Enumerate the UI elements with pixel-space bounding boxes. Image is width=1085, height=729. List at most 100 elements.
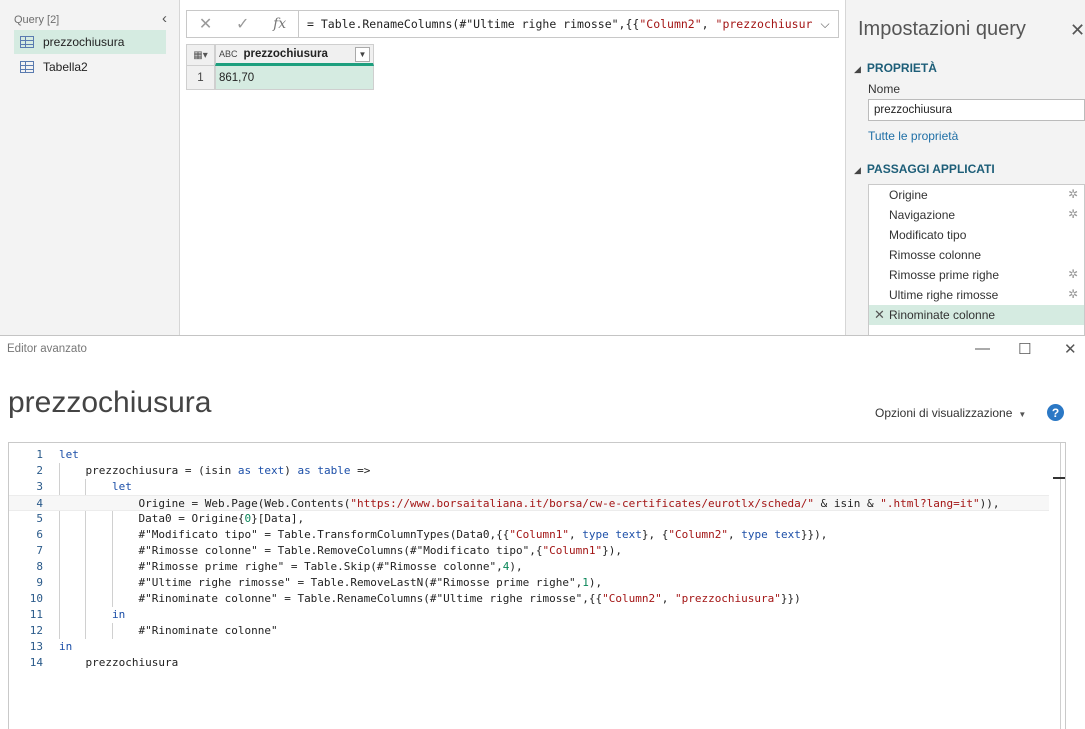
display-options-dropdown[interactable]: Opzioni di visualizzazione ▼ <box>875 406 1026 420</box>
code-line: 10 #"Rinominate colonne" = Table.RenameCo… <box>9 591 1049 607</box>
code-token: "Column1" <box>542 544 603 557</box>
code-token: prezzochiusura <box>85 656 179 669</box>
code-token: text <box>774 528 801 541</box>
maximize-icon[interactable]: ☐ <box>1018 340 1031 358</box>
line-number: 12 <box>29 624 43 637</box>
code-line: 5 Data0 = Origine{0}[Data], <box>9 511 1049 527</box>
code-token: #"Rimosse prime righe" = Table.Skip(#"Ri… <box>138 560 503 573</box>
cancel-icon[interactable]: ✕ <box>199 14 212 34</box>
fx-icon[interactable]: fx <box>273 16 286 32</box>
help-icon[interactable]: ? <box>1047 404 1064 421</box>
code-text: #"Rimosse colonne" = Table.RemoveColumns… <box>139 543 622 559</box>
all-properties-link[interactable]: Tutte le proprietà <box>868 129 958 143</box>
code-line: 7 #"Rimosse colonne" = Table.RemoveColumn… <box>9 543 1049 559</box>
code-editor[interactable]: 1 let 2 prezzochiusura = (isin as text) as … <box>8 442 1066 729</box>
formula-bar: ✕ ✓ fx = Table.RenameColumns(#"Ultime ri… <box>186 10 839 38</box>
query-item-label: Tabella2 <box>43 60 88 74</box>
code-token: }, { <box>641 528 669 541</box>
queries-pane-header: Query [2] <box>14 14 60 26</box>
step-label: Navigazione <box>889 208 956 222</box>
section-label: PROPRIETÀ <box>866 61 937 75</box>
column-header[interactable]: ABC prezzochiusura ▼ <box>215 44 374 66</box>
line-number: 14 <box>29 656 43 669</box>
applied-steps-list: Origine ✲ Navigazione ✲ Modificato tipo Ri… <box>868 184 1085 335</box>
filter-dropdown-button[interactable]: ▼ <box>355 47 370 62</box>
table-icon <box>20 61 34 73</box>
scrollbar-thumb[interactable] <box>1053 477 1065 479</box>
code-token: ".html?lang=it" <box>880 497 980 510</box>
code-token: #"Ultime righe rimosse" = Table.RemoveLa… <box>138 576 583 589</box>
step-item[interactable]: Navigazione ✲ <box>869 205 1084 225</box>
chevron-down-icon[interactable]: ⌵ <box>812 17 838 32</box>
line-number: 2 <box>36 464 43 477</box>
line-number: 7 <box>36 544 43 557</box>
step-item[interactable]: Rimosse prime righe ✲ <box>869 265 1084 285</box>
chevron-down-icon: ▼ <box>1018 410 1027 419</box>
code-token: Data0 = Origine{ <box>138 512 245 525</box>
step-item-selected[interactable]: ✕ Rinominate colonne <box>869 305 1084 325</box>
vertical-scrollbar[interactable] <box>1053 443 1065 729</box>
code-token: }), <box>602 544 622 557</box>
gear-icon[interactable]: ✲ <box>1068 187 1078 201</box>
gear-icon[interactable]: ✲ <box>1068 287 1078 301</box>
properties-section-header[interactable]: ◢ PROPRIETÀ <box>854 61 937 75</box>
code-text: let <box>59 447 79 463</box>
power-query-editor: Query [2] ‹ prezzochiusura Tabella2 ✕ ✓ … <box>0 0 1085 335</box>
code-line: 6 #"Modificato tipo" = Table.TransformCol… <box>9 527 1049 543</box>
code-token: "prezzochiusura" <box>674 592 781 605</box>
code-token: #"Rimosse colonne" = Table.RemoveColumns… <box>138 544 543 557</box>
code-line: 8 #"Rimosse prime righe" = Table.Skip(#"R… <box>9 559 1049 575</box>
gear-icon[interactable]: ✲ <box>1068 267 1078 281</box>
code-token: "Column2" <box>668 528 728 541</box>
collapse-triangle-icon: ◢ <box>854 165 861 175</box>
advanced-editor-window: Editor avanzato — ☐ ✕ prezzochiusura Opz… <box>0 335 1085 729</box>
applied-steps-section-header[interactable]: ◢ PASSAGGI APPLICATI <box>854 162 995 176</box>
code-token: "Column2" <box>602 592 662 605</box>
row-number: 1 <box>186 66 215 90</box>
code-text: let <box>112 479 132 495</box>
gear-icon[interactable]: ✲ <box>1068 207 1078 221</box>
step-item[interactable]: Rimosse colonne <box>869 245 1084 265</box>
code-token: , <box>727 528 742 541</box>
code-line: 3 let <box>9 479 1049 495</box>
step-item[interactable]: Modificato tipo <box>869 225 1084 245</box>
code-text: #"Modificato tipo" = Table.TransformColu… <box>139 527 828 543</box>
formula-input[interactable]: = Table.RenameColumns(#"Ultime righe rim… <box>299 17 812 31</box>
confirm-icon[interactable]: ✓ <box>236 14 249 34</box>
code-line: 4 Origine = Web.Page(Web.Contents("https:… <box>9 495 1049 511</box>
query-name-input[interactable]: prezzochiusura <box>868 99 1085 121</box>
table-menu-button[interactable]: ▦▾ <box>186 44 215 66</box>
code-line: 9 #"Ultime righe rimosse" = Table.RemoveL… <box>9 575 1049 591</box>
code-text: #"Ultime righe rimosse" = Table.RemoveLa… <box>139 575 603 591</box>
code-line: 1 let <box>9 447 1049 463</box>
close-icon[interactable]: ✕ <box>1070 20 1085 41</box>
code-token: ), <box>509 560 523 573</box>
line-number: 3 <box>36 480 43 493</box>
chevron-left-icon[interactable]: ‹ <box>162 10 167 27</box>
step-item[interactable]: Origine ✲ <box>869 185 1084 205</box>
line-number: 6 <box>36 528 43 541</box>
step-label: Modificato tipo <box>889 228 967 242</box>
code-line: 12 #"Rinominate colonne" <box>9 623 1049 639</box>
code-token: #"Rinominate colonne" <box>138 624 278 637</box>
code-text: Data0 = Origine{0}[Data], <box>139 511 305 527</box>
query-item-prezzochiusura[interactable]: prezzochiusura <box>14 30 166 54</box>
table-cell[interactable]: 861,70 <box>215 66 374 90</box>
line-number: 5 <box>36 512 43 525</box>
query-item-label: prezzochiusura <box>43 35 125 49</box>
text-type-icon[interactable]: ABC <box>219 49 238 59</box>
code-token: type <box>741 528 768 541</box>
minimize-icon[interactable]: — <box>975 340 990 357</box>
step-item[interactable]: Ultime righe rimosse ✲ <box>869 285 1084 305</box>
column-header-label: prezzochiusura <box>243 48 328 60</box>
formula-string: "prezzochiusura" <box>715 17 812 31</box>
query-settings-title: Impostazioni query <box>858 18 1026 40</box>
delete-x-icon[interactable]: ✕ <box>874 307 885 323</box>
code-token: )), <box>979 497 1000 510</box>
app-window: Query [2] ‹ prezzochiusura Tabella2 ✕ ✓ … <box>0 0 1085 729</box>
code-token: table <box>317 464 351 477</box>
code-token: #"Rinominate colonne" = Table.RenameColu… <box>138 592 603 605</box>
line-number: 1 <box>36 448 43 461</box>
query-item-tabella2[interactable]: Tabella2 <box>14 55 166 79</box>
close-icon[interactable]: ✕ <box>1064 340 1077 358</box>
